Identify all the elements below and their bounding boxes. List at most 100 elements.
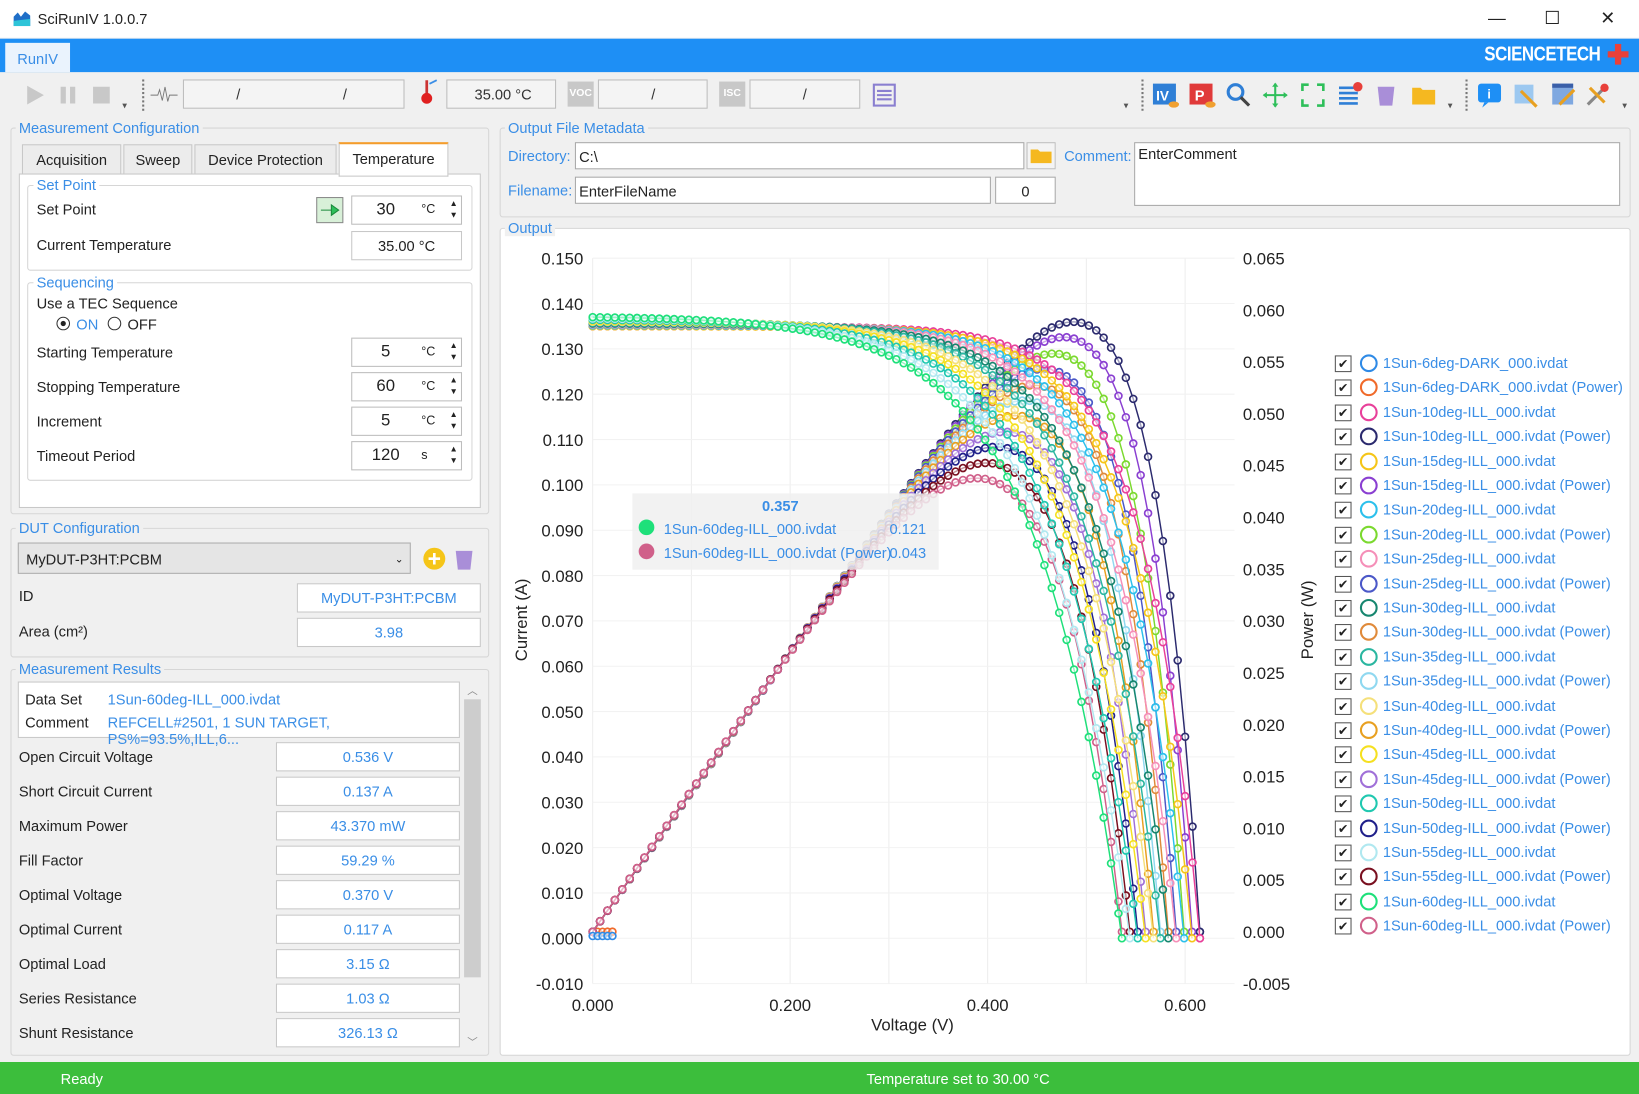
waveform-icon — [150, 86, 178, 102]
tab-runiv[interactable]: RunIV — [5, 42, 71, 73]
tab-device-protection[interactable]: Device Protection — [194, 144, 337, 175]
set-point-spinbox[interactable]: 30 °C ▲ ▼ — [351, 195, 463, 225]
legend-checkbox[interactable]: ✔ — [1334, 820, 1352, 837]
delete-dut-icon[interactable] — [454, 547, 475, 571]
sequence-row-label: Stopping Temperature — [36, 378, 181, 396]
comment-textarea[interactable]: EnterComment — [1134, 142, 1621, 206]
legend-checkbox[interactable]: ✔ — [1334, 893, 1352, 911]
spin-down-icon[interactable]: ▼ — [448, 421, 458, 431]
spin-up-icon[interactable]: ▲ — [448, 199, 458, 209]
tab-temperature[interactable]: Temperature — [338, 142, 449, 177]
tooltip-series-name: 1Sun-60deg-ILL_000.ivdat (Power) — [663, 544, 892, 562]
scrollbar-thumb[interactable] — [464, 699, 481, 978]
legend-checkbox[interactable]: ✔ — [1334, 648, 1352, 666]
power-plot-icon[interactable]: P — [1188, 82, 1216, 109]
legend-checkbox[interactable]: ✔ — [1334, 673, 1352, 691]
radio-on[interactable] — [56, 316, 71, 331]
legend-label: 1Sun-55deg-ILL_000.ivdat — [1382, 843, 1556, 861]
pause-icon[interactable] — [54, 82, 81, 109]
spin-down-icon[interactable]: ▼ — [448, 210, 458, 220]
current-temperature-value: 35.00 °C — [351, 231, 463, 261]
spin-up-icon[interactable]: ▲ — [448, 375, 458, 385]
legend-checkbox[interactable]: ✔ — [1334, 771, 1352, 788]
directory-input[interactable]: C:\ — [574, 142, 1025, 170]
radio-off-label[interactable]: OFF — [128, 316, 157, 333]
legend-checkbox[interactable]: ✔ — [1334, 526, 1352, 544]
toolbar-overflow-icon[interactable]: ▾ — [1448, 100, 1453, 111]
legend-checkbox[interactable]: ✔ — [1334, 697, 1352, 715]
table-icon[interactable] — [871, 82, 898, 109]
legend-checkbox[interactable]: ✔ — [1334, 477, 1352, 495]
edit-icon[interactable] — [1513, 82, 1540, 109]
legend-checkbox[interactable]: ✔ — [1334, 453, 1352, 470]
brand-cross-icon — [1607, 43, 1629, 65]
isc-readout: / — [749, 79, 861, 109]
spin-up-icon[interactable]: ▲ — [448, 444, 458, 454]
spinbox-value: 5 — [381, 411, 391, 430]
tooltip-series-value: 0.121 — [889, 520, 927, 538]
legend-checkbox[interactable]: ✔ — [1334, 379, 1352, 397]
settings-icon[interactable] — [1584, 82, 1611, 109]
sequence-row-spinbox[interactable]: 5 °C ▲ ▼ — [351, 337, 463, 367]
result-label: Shunt Resistance — [18, 1024, 134, 1042]
dut-select[interactable]: MyDUT-P3HT:PCBM ⌄ — [17, 542, 411, 574]
pan-icon[interactable] — [1262, 82, 1289, 109]
legend-checkbox[interactable]: ✔ — [1334, 917, 1352, 935]
maximize-button[interactable]: ☐ — [1531, 4, 1573, 33]
status-left: Ready — [60, 1070, 103, 1088]
play-icon[interactable] — [21, 82, 48, 109]
legend-checkbox[interactable]: ✔ — [1334, 869, 1352, 886]
trash-icon[interactable] — [1372, 82, 1399, 109]
legend-label: 1Sun-15deg-ILL_000.ivdat — [1382, 452, 1556, 469]
minimize-button[interactable]: — — [1476, 4, 1518, 33]
file-index-input[interactable]: 0 — [995, 176, 1056, 204]
legend-checkbox[interactable]: ✔ — [1334, 599, 1352, 617]
fit-icon[interactable] — [1299, 82, 1326, 109]
clear-list-icon[interactable] — [1336, 82, 1363, 109]
legend-checkbox[interactable]: ✔ — [1334, 404, 1352, 422]
isc-badge: ISC — [719, 81, 746, 107]
stop-icon[interactable] — [88, 82, 115, 109]
zoom-icon[interactable] — [1225, 82, 1252, 109]
toolbar-overflow-icon[interactable]: ▾ — [1622, 100, 1627, 111]
legend-label: 1Sun-45deg-ILL_000.ivdat (Power) — [1382, 770, 1611, 787]
tab-sweep[interactable]: Sweep — [123, 144, 193, 175]
sequence-row-spinbox[interactable]: 5 °C ▲ ▼ — [351, 406, 463, 436]
radio-on-label[interactable]: ON — [76, 316, 98, 333]
legend-checkbox[interactable]: ✔ — [1334, 551, 1352, 568]
folder-icon[interactable] — [1410, 82, 1437, 109]
toolbar-overflow-icon[interactable]: ▾ — [1124, 100, 1129, 111]
tab-acquisition[interactable]: Acquisition — [21, 144, 122, 175]
add-dut-icon[interactable] — [422, 547, 446, 571]
legend-checkbox[interactable]: ✔ — [1334, 844, 1352, 862]
close-button[interactable]: ✕ — [1587, 4, 1629, 33]
legend-label: 1Sun-15deg-ILL_000.ivdat (Power) — [1382, 476, 1611, 494]
filename-input[interactable]: EnterFileName — [574, 176, 991, 204]
legend-checkbox[interactable]: ✔ — [1334, 428, 1352, 446]
info-icon[interactable]: i — [1476, 82, 1503, 109]
sequence-row-spinbox[interactable]: 60 °C ▲ ▼ — [351, 372, 463, 402]
legend-checkbox[interactable]: ✔ — [1334, 795, 1352, 813]
measurement-configuration-title: Measurement Configuration — [15, 119, 203, 136]
spin-up-icon[interactable]: ▲ — [448, 341, 458, 351]
spin-down-icon[interactable]: ▼ — [448, 352, 458, 362]
legend-checkbox[interactable]: ✔ — [1334, 722, 1352, 740]
legend-label: 1Sun-20deg-ILL_000.ivdat (Power) — [1382, 525, 1611, 543]
legend-checkbox[interactable]: ✔ — [1334, 355, 1352, 373]
spin-down-icon[interactable]: ▼ — [448, 456, 458, 466]
legend-checkbox[interactable]: ✔ — [1334, 746, 1352, 764]
window-edit-icon[interactable] — [1549, 82, 1576, 109]
browse-folder-icon[interactable] — [1026, 142, 1056, 170]
legend-checkbox[interactable]: ✔ — [1334, 502, 1352, 519]
legend-checkbox[interactable]: ✔ — [1334, 575, 1352, 593]
iv-plot-icon[interactable]: IV — [1152, 82, 1180, 109]
radio-off[interactable] — [107, 316, 122, 331]
apply-set-point-icon[interactable] — [316, 197, 344, 224]
results-scrollbar[interactable]: ︿ ﹀ — [463, 681, 482, 1051]
legend-checkbox[interactable]: ✔ — [1334, 624, 1352, 642]
toolbar-overflow-icon[interactable]: ▾ — [122, 100, 127, 111]
sequence-row-spinbox[interactable]: 120 s ▲ ▼ — [351, 441, 463, 471]
spin-down-icon[interactable]: ▼ — [448, 387, 458, 397]
legend-marker — [1359, 843, 1378, 862]
spin-up-icon[interactable]: ▲ — [448, 410, 458, 420]
